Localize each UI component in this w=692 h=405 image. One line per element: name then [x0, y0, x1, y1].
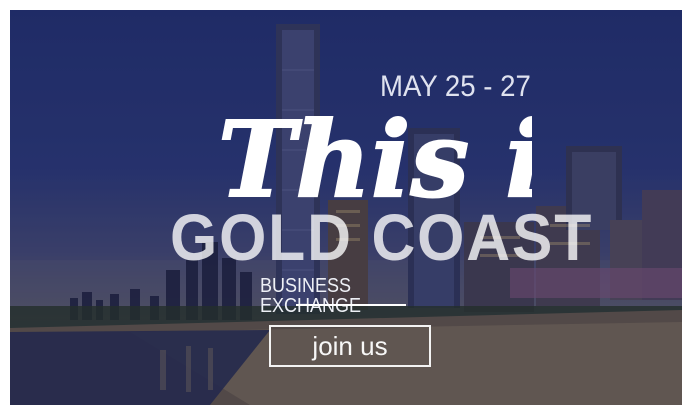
- event-banner: MAY 25 - 27 This is GOLD COAST BUSINESS …: [10, 10, 682, 405]
- join-us-button[interactable]: join us: [269, 325, 431, 367]
- headline: GOLD COAST: [170, 200, 594, 274]
- divider: [296, 304, 406, 306]
- subtitle: BUSINESS EXCHANGE: [260, 275, 362, 317]
